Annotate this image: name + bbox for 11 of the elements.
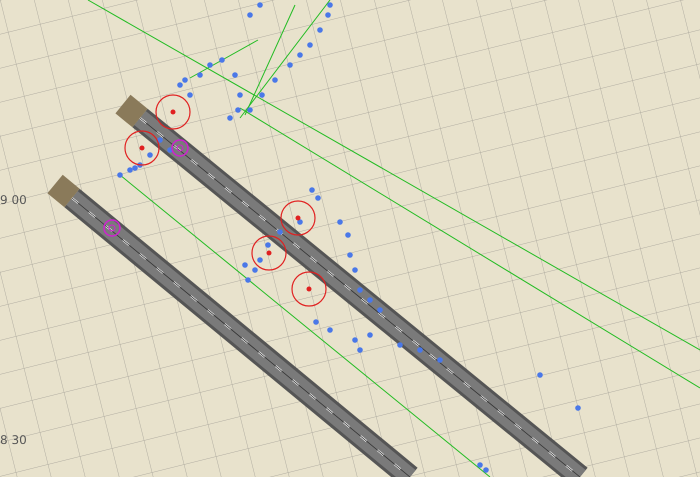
control-circle-icon bbox=[124, 130, 160, 166]
node-marker-icon bbox=[103, 219, 121, 237]
grid-label: 8 30 bbox=[0, 434, 27, 446]
grid-label: 9 00 bbox=[0, 194, 27, 206]
control-circle-icon bbox=[291, 271, 327, 307]
node-marker-icon bbox=[171, 139, 189, 157]
control-circle-icon bbox=[251, 235, 287, 271]
control-circle-icon bbox=[280, 200, 316, 236]
control-circle-icon bbox=[155, 94, 191, 130]
road-end-marker-icon bbox=[47, 174, 80, 208]
road-end-marker-icon bbox=[115, 94, 148, 128]
